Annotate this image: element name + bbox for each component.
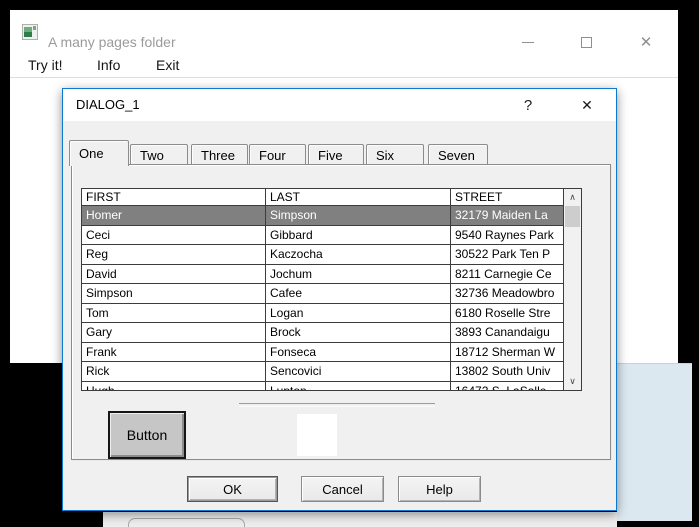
cell-last: Cafee: [266, 284, 451, 303]
table-row[interactable]: Rick Sencovici 13802 South Univ: [82, 362, 563, 382]
cell-street: 3893 Canandaigu: [455, 325, 550, 339]
cell-street: 6180 Roselle Stre: [455, 305, 551, 320]
tab-six[interactable]: Six: [366, 144, 424, 165]
menu-item-info[interactable]: Info: [97, 54, 120, 76]
tab-seven[interactable]: Seven: [428, 144, 488, 165]
table-row[interactable]: Reg Kaczocha 30522 Park Ten P: [82, 245, 563, 265]
cell-first: Reg: [82, 245, 266, 264]
minimize-button[interactable]: [514, 28, 542, 56]
column-header-street[interactable]: STREET: [451, 189, 563, 205]
desktop: A many pages folder ✕ Try it! Info Exit …: [0, 0, 699, 527]
table-body: FIRST LAST STREET Homer Simpson 32179 Ma…: [82, 189, 563, 390]
cell-first: Homer: [82, 206, 266, 225]
cell-first: Ceci: [82, 225, 266, 244]
dialog: DIALOG_1 ? ✕ One Two Three Four Five Six…: [62, 88, 617, 511]
cell-first: Gary: [82, 323, 266, 342]
cell-first: Simpson: [82, 284, 266, 303]
cell-street: 30522 Park Ten P: [455, 247, 551, 261]
horizontal-separator: [239, 403, 435, 407]
cell-first: Frank: [82, 342, 266, 361]
tab-three[interactable]: Three: [191, 144, 248, 165]
table-header-row: FIRST LAST STREET: [82, 189, 563, 206]
tab-one[interactable]: One: [69, 140, 129, 166]
cell-last: Gibbard: [266, 225, 451, 244]
dialog-titlebar[interactable]: DIALOG_1 ? ✕: [63, 89, 616, 121]
cell-last: Simpson: [266, 206, 451, 225]
white-box: [297, 414, 337, 456]
cell-street: 16472 S. LaSalle: [451, 382, 563, 391]
scrollbar-thumb[interactable]: [565, 206, 580, 227]
cell-street: 32179 Maiden La: [455, 208, 548, 222]
cancel-button[interactable]: Cancel: [301, 476, 384, 502]
cell-street: 18712 Sherman W: [455, 344, 556, 359]
table-row[interactable]: Ceci Gibbard 9540 Raynes Park: [82, 225, 563, 245]
scroll-up-button[interactable]: ∧: [564, 189, 581, 206]
ok-button[interactable]: OK: [187, 476, 278, 502]
scroll-down-button[interactable]: ∨: [564, 373, 581, 390]
cell-last: Logan: [266, 303, 451, 322]
cell-street: 9540 Raynes Park: [455, 227, 554, 242]
table-row[interactable]: David Jochum 8211 Carnegie Ce: [82, 264, 563, 284]
app-icon: [22, 24, 38, 40]
window-title: A many pages folder: [48, 34, 176, 50]
background-window-fragment: [103, 512, 617, 527]
window-titlebar[interactable]: A many pages folder ✕: [10, 10, 678, 54]
cell-last: Sencovici: [266, 362, 451, 381]
cell-first: Rick: [82, 362, 266, 381]
maximize-icon: [580, 36, 592, 48]
cell-first: Hugh: [82, 381, 266, 390]
cell-street: 8211 Carnegie Ce: [455, 266, 552, 281]
cell-street: 13802 South Univ: [455, 364, 551, 378]
chevron-down-icon: ∨: [569, 376, 576, 386]
close-button[interactable]: ✕: [632, 28, 660, 56]
cell-street: 32736 Meadowbro: [455, 286, 555, 300]
menubar: Try it! Info Exit: [10, 54, 678, 78]
cell-last: Brock: [266, 323, 451, 342]
cell-last: Jochum: [266, 264, 451, 283]
maximize-button[interactable]: [572, 28, 600, 56]
tab-five[interactable]: Five: [308, 144, 364, 165]
table-row[interactable]: Gary Brock 3893 Canandaigu: [82, 323, 563, 343]
occluded-button-fragment[interactable]: [128, 518, 245, 527]
column-header-first[interactable]: FIRST: [82, 189, 266, 205]
table-row[interactable]: Homer Simpson 32179 Maiden La: [82, 206, 563, 226]
menu-item-exit[interactable]: Exit: [156, 54, 179, 76]
vertical-scrollbar[interactable]: ∧ ∨: [563, 189, 581, 390]
dialog-help-button[interactable]: ?: [510, 89, 546, 121]
cell-first: Tom: [82, 303, 266, 322]
table-row[interactable]: Hugh Lupton 16472 S. LaSalle: [82, 381, 563, 391]
dialog-title: DIALOG_1: [76, 97, 140, 112]
data-table: FIRST LAST STREET Homer Simpson 32179 Ma…: [81, 188, 582, 391]
generic-button[interactable]: Button: [108, 411, 186, 459]
tab-two[interactable]: Two: [130, 144, 188, 165]
help-button[interactable]: Help: [398, 476, 481, 502]
help-icon: ?: [523, 96, 533, 114]
chevron-up-icon: ∧: [569, 192, 576, 202]
background-peek-window: [617, 363, 692, 521]
cell-last: Fonseca: [266, 342, 451, 361]
cell-last: Kaczocha: [266, 245, 451, 264]
tab-four[interactable]: Four: [249, 144, 306, 165]
minimize-icon: [522, 41, 534, 43]
close-icon: ✕: [639, 33, 653, 51]
table-row[interactable]: Frank Fonseca 18712 Sherman W: [82, 342, 563, 362]
column-header-last[interactable]: LAST: [266, 189, 451, 205]
cell-last: Lupton: [266, 381, 451, 390]
cell-first: David: [82, 264, 266, 283]
table-row[interactable]: Tom Logan 6180 Roselle Stre: [82, 303, 563, 323]
table-row[interactable]: Simpson Cafee 32736 Meadowbro: [82, 284, 563, 304]
close-icon: ✕: [581, 96, 593, 113]
dialog-close-button[interactable]: ✕: [569, 89, 605, 121]
menu-item-try-it[interactable]: Try it!: [28, 54, 62, 76]
